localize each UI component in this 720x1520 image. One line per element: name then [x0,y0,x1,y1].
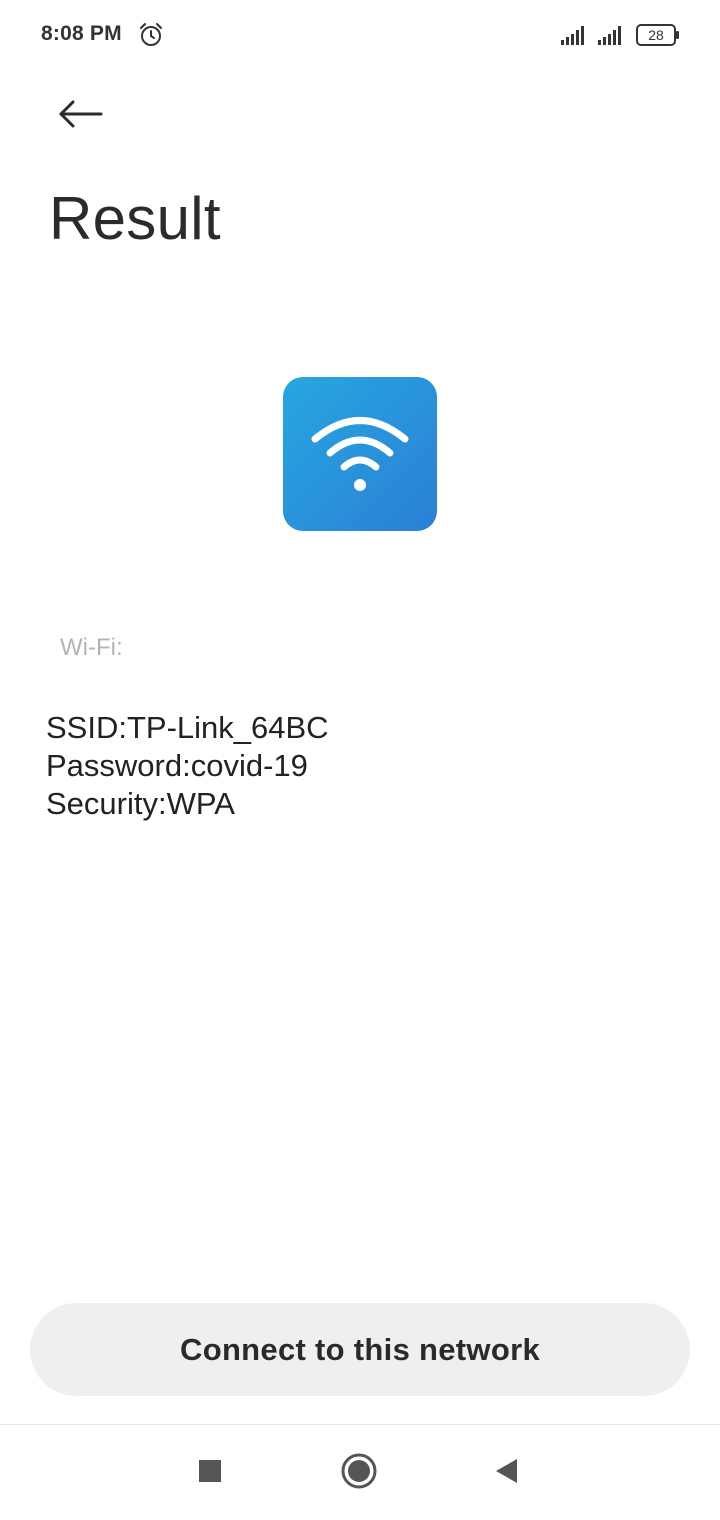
wifi-icon [311,417,409,491]
status-bar: 8:08 PM 28 [0,0,720,70]
triangle-back-icon [496,1459,517,1483]
navigation-bar [0,1425,720,1520]
result-type-label: Wi-Fi: [60,634,123,661]
arrow-left-icon [59,100,103,128]
cell-signal-icon [561,26,584,45]
wifi-details: SSID:TP-Link_64BC Password:covid-19 Secu… [46,709,329,823]
connect-button-label: Connect to this network [180,1331,540,1367]
circle-icon [341,1453,377,1489]
square-icon [199,1460,221,1482]
ssid-line: SSID:TP-Link_64BC [46,710,329,745]
back-button[interactable] [50,86,110,142]
wifi-type-tile [283,377,437,531]
status-time: 8:08 PM [41,22,122,45]
alarm-clock-icon [140,23,162,46]
battery-level: 28 [648,27,664,43]
connect-button[interactable]: Connect to this network [30,1303,690,1396]
recents-button[interactable] [188,1449,232,1493]
nav-back-button[interactable] [484,1449,528,1493]
security-line: Security:WPA [46,786,235,821]
home-button[interactable] [337,1449,381,1493]
password-line: Password:covid-19 [46,748,308,783]
cell-signal-icon [598,26,621,45]
page-title: Result [49,185,221,252]
